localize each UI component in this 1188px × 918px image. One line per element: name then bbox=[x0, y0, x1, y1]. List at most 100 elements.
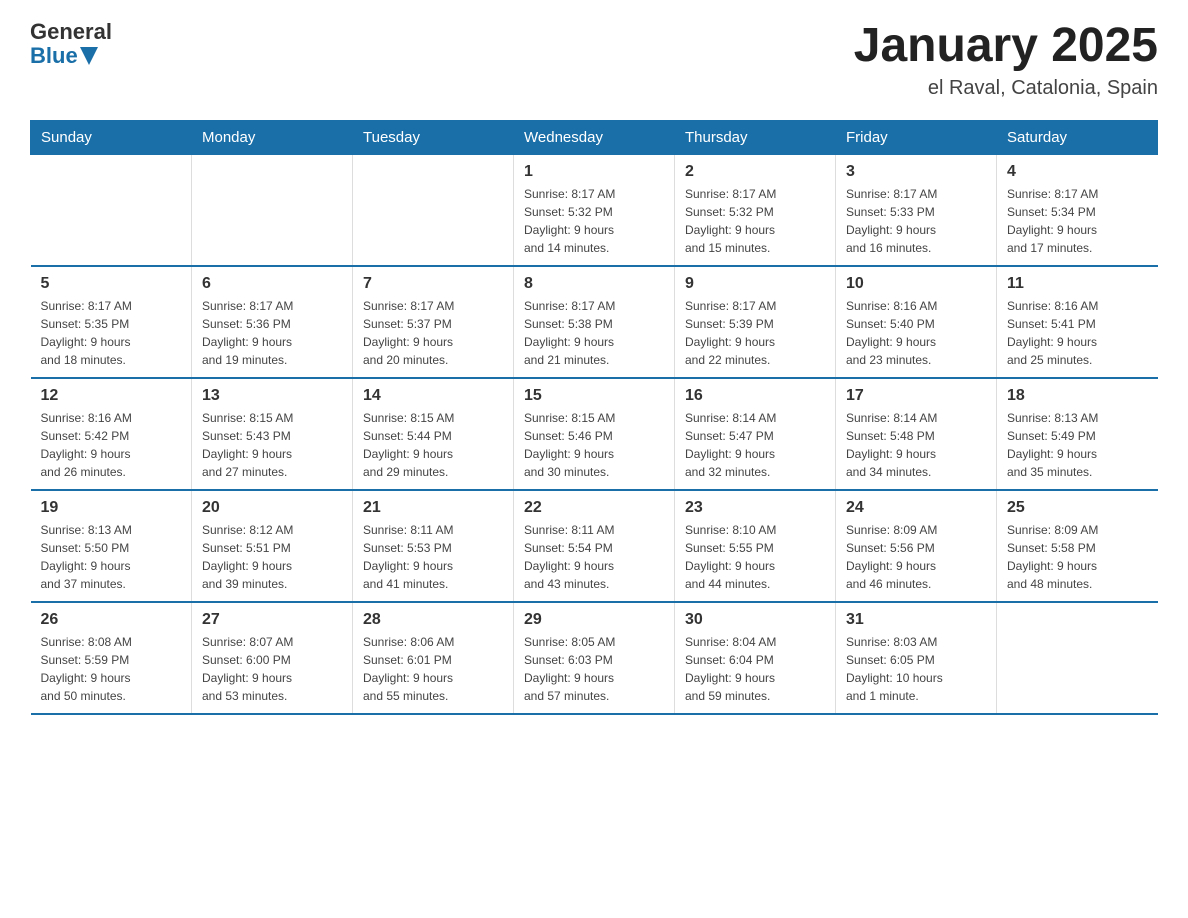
calendar-cell bbox=[997, 602, 1158, 714]
calendar-cell: 25Sunrise: 8:09 AM Sunset: 5:58 PM Dayli… bbox=[997, 490, 1158, 602]
day-info: Sunrise: 8:17 AM Sunset: 5:35 PM Dayligh… bbox=[41, 297, 182, 369]
week-row-1: 1Sunrise: 8:17 AM Sunset: 5:32 PM Daylig… bbox=[31, 154, 1158, 266]
day-number: 16 bbox=[685, 387, 825, 405]
calendar-table: SundayMondayTuesdayWednesdayThursdayFrid… bbox=[30, 120, 1158, 715]
day-number: 26 bbox=[41, 611, 182, 629]
calendar-cell: 8 Sunrise: 8:17 AM Sunset: 5:38 PM Daylig… bbox=[514, 266, 675, 378]
calendar-cell: 30 Sunrise: 8:04 AM Sunset: 6:04 PM Dayli… bbox=[675, 602, 836, 714]
header-day-thursday: Thursday bbox=[675, 120, 836, 154]
day-number: 3 bbox=[846, 163, 986, 181]
calendar-cell bbox=[31, 154, 192, 266]
day-number: 23 bbox=[685, 499, 825, 517]
calendar-cell: 2Sunrise: 8:17 AM Sunset: 5:32 PM Daylig… bbox=[675, 154, 836, 266]
calendar-body: 1Sunrise: 8:17 AM Sunset: 5:32 PM Daylig… bbox=[31, 154, 1158, 714]
day-number: 10 bbox=[846, 275, 986, 293]
calendar-cell: 14 Sunrise: 8:15 AM Sunset: 5:44 PM Dayli… bbox=[353, 378, 514, 490]
day-info: Sunrise: 8:03 AM Sunset: 6:05 PM Dayligh… bbox=[846, 633, 986, 705]
day-info: Sunrise: 8:17 AM Sunset: 5:37 PM Dayligh… bbox=[363, 297, 503, 369]
day-info: Sunrise: 8:06 AM Sunset: 6:01 PM Dayligh… bbox=[363, 633, 503, 705]
calendar-cell: 31Sunrise: 8:03 AM Sunset: 6:05 PM Dayli… bbox=[836, 602, 997, 714]
day-number: 4 bbox=[1007, 163, 1148, 181]
day-info: Sunrise: 8:04 AM Sunset: 6:04 PM Dayligh… bbox=[685, 633, 825, 705]
day-info: Sunrise: 8:16 AM Sunset: 5:42 PM Dayligh… bbox=[41, 409, 182, 481]
day-number: 14 bbox=[363, 387, 503, 405]
calendar-cell: 27Sunrise: 8:07 AM Sunset: 6:00 PM Dayli… bbox=[192, 602, 353, 714]
day-number: 7 bbox=[363, 275, 503, 293]
day-number: 6 bbox=[202, 275, 342, 293]
calendar-header: SundayMondayTuesdayWednesdayThursdayFrid… bbox=[31, 120, 1158, 154]
day-number: 22 bbox=[524, 499, 664, 517]
calendar-cell: 17 Sunrise: 8:14 AM Sunset: 5:48 PM Dayli… bbox=[836, 378, 997, 490]
day-number: 29 bbox=[524, 611, 664, 629]
day-info: Sunrise: 8:17 AM Sunset: 5:34 PM Dayligh… bbox=[1007, 185, 1148, 257]
day-info: Sunrise: 8:09 AM Sunset: 5:56 PM Dayligh… bbox=[846, 521, 986, 593]
header-day-wednesday: Wednesday bbox=[514, 120, 675, 154]
calendar-cell: 3Sunrise: 8:17 AM Sunset: 5:33 PM Daylig… bbox=[836, 154, 997, 266]
day-info: Sunrise: 8:15 AM Sunset: 5:44 PM Dayligh… bbox=[363, 409, 503, 481]
day-info: Sunrise: 8:15 AM Sunset: 5:46 PM Dayligh… bbox=[524, 409, 664, 481]
week-row-3: 12 Sunrise: 8:16 AM Sunset: 5:42 PM Dayli… bbox=[31, 378, 1158, 490]
week-row-4: 19Sunrise: 8:13 AM Sunset: 5:50 PM Dayli… bbox=[31, 490, 1158, 602]
logo-general: General bbox=[30, 20, 112, 44]
location-subtitle: el Raval, Catalonia, Spain bbox=[854, 77, 1158, 100]
calendar-cell bbox=[353, 154, 514, 266]
calendar-cell: 21Sunrise: 8:11 AM Sunset: 5:53 PM Dayli… bbox=[353, 490, 514, 602]
day-number: 5 bbox=[41, 275, 182, 293]
calendar-cell: 18 Sunrise: 8:13 AM Sunset: 5:49 PM Dayli… bbox=[997, 378, 1158, 490]
calendar-cell: 19Sunrise: 8:13 AM Sunset: 5:50 PM Dayli… bbox=[31, 490, 192, 602]
day-info: Sunrise: 8:17 AM Sunset: 5:39 PM Dayligh… bbox=[685, 297, 825, 369]
header-row: SundayMondayTuesdayWednesdayThursdayFrid… bbox=[31, 120, 1158, 154]
header-day-tuesday: Tuesday bbox=[353, 120, 514, 154]
calendar-cell: 12 Sunrise: 8:16 AM Sunset: 5:42 PM Dayli… bbox=[31, 378, 192, 490]
day-number: 13 bbox=[202, 387, 342, 405]
calendar-cell: 10 Sunrise: 8:16 AM Sunset: 5:40 PM Dayli… bbox=[836, 266, 997, 378]
day-info: Sunrise: 8:14 AM Sunset: 5:48 PM Dayligh… bbox=[846, 409, 986, 481]
day-number: 15 bbox=[524, 387, 664, 405]
week-row-2: 5 Sunrise: 8:17 AM Sunset: 5:35 PM Daylig… bbox=[31, 266, 1158, 378]
day-number: 19 bbox=[41, 499, 182, 517]
day-info: Sunrise: 8:17 AM Sunset: 5:32 PM Dayligh… bbox=[524, 185, 664, 257]
calendar-cell: 9 Sunrise: 8:17 AM Sunset: 5:39 PM Daylig… bbox=[675, 266, 836, 378]
week-row-5: 26 Sunrise: 8:08 AM Sunset: 5:59 PM Dayli… bbox=[31, 602, 1158, 714]
day-number: 12 bbox=[41, 387, 182, 405]
calendar-cell: 24 Sunrise: 8:09 AM Sunset: 5:56 PM Dayli… bbox=[836, 490, 997, 602]
day-info: Sunrise: 8:17 AM Sunset: 5:38 PM Dayligh… bbox=[524, 297, 664, 369]
day-number: 8 bbox=[524, 275, 664, 293]
logo: General Blue bbox=[30, 20, 112, 68]
day-info: Sunrise: 8:10 AM Sunset: 5:55 PM Dayligh… bbox=[685, 521, 825, 593]
day-number: 28 bbox=[363, 611, 503, 629]
calendar-cell: 20Sunrise: 8:12 AM Sunset: 5:51 PM Dayli… bbox=[192, 490, 353, 602]
day-number: 2 bbox=[685, 163, 825, 181]
day-number: 30 bbox=[685, 611, 825, 629]
day-info: Sunrise: 8:15 AM Sunset: 5:43 PM Dayligh… bbox=[202, 409, 342, 481]
day-info: Sunrise: 8:17 AM Sunset: 5:36 PM Dayligh… bbox=[202, 297, 342, 369]
calendar-cell: 22Sunrise: 8:11 AM Sunset: 5:54 PM Dayli… bbox=[514, 490, 675, 602]
logo-blue: Blue bbox=[30, 44, 78, 68]
day-info: Sunrise: 8:08 AM Sunset: 5:59 PM Dayligh… bbox=[41, 633, 182, 705]
calendar-cell: 7 Sunrise: 8:17 AM Sunset: 5:37 PM Daylig… bbox=[353, 266, 514, 378]
calendar-cell: 28 Sunrise: 8:06 AM Sunset: 6:01 PM Dayli… bbox=[353, 602, 514, 714]
day-number: 18 bbox=[1007, 387, 1148, 405]
day-number: 17 bbox=[846, 387, 986, 405]
calendar-cell: 4 Sunrise: 8:17 AM Sunset: 5:34 PM Daylig… bbox=[997, 154, 1158, 266]
calendar-cell: 26 Sunrise: 8:08 AM Sunset: 5:59 PM Dayli… bbox=[31, 602, 192, 714]
calendar-cell: 6 Sunrise: 8:17 AM Sunset: 5:36 PM Daylig… bbox=[192, 266, 353, 378]
month-title: January 2025 bbox=[854, 20, 1158, 73]
day-number: 9 bbox=[685, 275, 825, 293]
day-number: 24 bbox=[846, 499, 986, 517]
calendar-cell bbox=[192, 154, 353, 266]
logo-triangle-icon bbox=[80, 47, 98, 65]
calendar-cell: 5 Sunrise: 8:17 AM Sunset: 5:35 PM Daylig… bbox=[31, 266, 192, 378]
day-info: Sunrise: 8:13 AM Sunset: 5:49 PM Dayligh… bbox=[1007, 409, 1148, 481]
header-day-monday: Monday bbox=[192, 120, 353, 154]
day-info: Sunrise: 8:14 AM Sunset: 5:47 PM Dayligh… bbox=[685, 409, 825, 481]
calendar-cell: 23 Sunrise: 8:10 AM Sunset: 5:55 PM Dayli… bbox=[675, 490, 836, 602]
day-info: Sunrise: 8:16 AM Sunset: 5:40 PM Dayligh… bbox=[846, 297, 986, 369]
calendar-cell: 11Sunrise: 8:16 AM Sunset: 5:41 PM Dayli… bbox=[997, 266, 1158, 378]
calendar-cell: 13 Sunrise: 8:15 AM Sunset: 5:43 PM Dayli… bbox=[192, 378, 353, 490]
day-info: Sunrise: 8:16 AM Sunset: 5:41 PM Dayligh… bbox=[1007, 297, 1148, 369]
title-block: January 2025 el Raval, Catalonia, Spain bbox=[854, 20, 1158, 100]
day-number: 20 bbox=[202, 499, 342, 517]
day-info: Sunrise: 8:11 AM Sunset: 5:53 PM Dayligh… bbox=[363, 521, 503, 593]
day-number: 27 bbox=[202, 611, 342, 629]
